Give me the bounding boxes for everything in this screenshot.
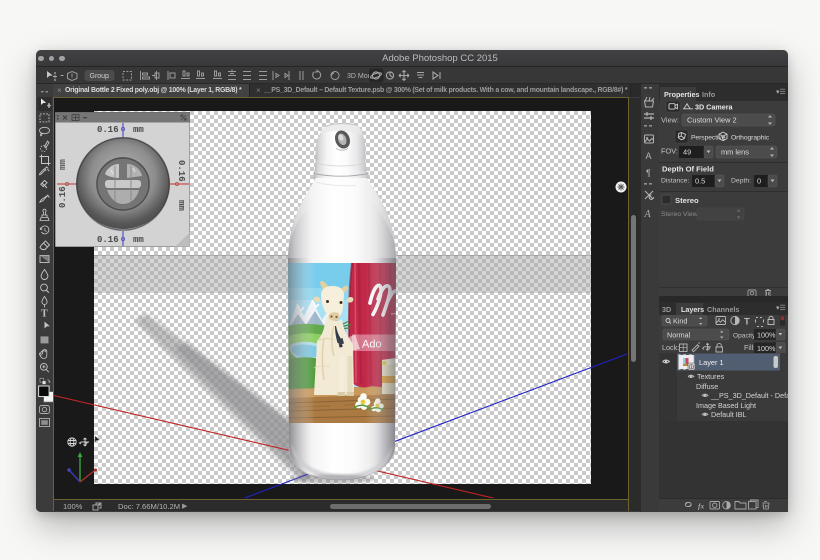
svg-text:Orthographic: Orthographic [731,135,770,142]
svg-text:mm: mm [133,235,144,245]
svg-text:Opacity:: Opacity: [733,332,757,339]
svg-text:Lock:: Lock: [662,343,679,352]
svg-text:Fill:: Fill: [744,343,755,352]
svg-text:mm: mm [176,200,186,211]
svg-text:FOV:: FOV: [661,147,678,156]
svg-text:Stereo: Stereo [675,196,699,205]
svg-text:¶: ¶ [646,168,651,178]
svg-text:100%: 100% [757,330,776,339]
svg-text:A: A [646,151,652,161]
svg-text:A: A [644,209,652,220]
svg-text:Textures: Textures [697,372,725,381]
svg-text:mm: mm [58,159,68,170]
svg-text:T: T [41,309,48,320]
svg-text:Default IBL: Default IBL [711,410,747,419]
svg-text:T: T [744,317,750,328]
svg-text:View:: View: [661,116,679,125]
svg-text:Diffuse: Diffuse [696,382,718,391]
svg-text:0.16: 0.16 [97,235,119,245]
svg-text:49: 49 [683,147,691,156]
svg-text:0.16: 0.16 [58,186,68,208]
svg-text:100%: 100% [757,344,776,353]
svg-text:fx: fx [698,502,704,511]
svg-text:Distance:: Distance: [661,178,689,185]
svg-text:Stereo View:: Stereo View: [661,211,700,218]
svg-text:0.16: 0.16 [97,125,119,135]
svg-text:3D Camera: 3D Camera [695,103,734,112]
svg-text:mm lens: mm lens [721,147,749,156]
svg-text:__PS_3D_Default - Defau...: __PS_3D_Default - Defau... [710,391,788,400]
svg-text:Custom View 2: Custom View 2 [687,116,737,125]
svg-text:0: 0 [757,176,761,185]
svg-text:0.5: 0.5 [695,176,705,185]
svg-text:0.16: 0.16 [176,160,186,182]
svg-text:Normal: Normal [667,330,691,339]
svg-text:Depth Of Field: Depth Of Field [662,165,714,174]
svg-text:Layer 1: Layer 1 [699,358,724,367]
svg-text:Depth:: Depth: [731,178,751,185]
svg-text:↕: ↕ [107,73,110,80]
svg-text:Perspective: Perspective [691,135,726,142]
svg-text:Kind: Kind [673,317,687,326]
svg-text:Image Based Light: Image Based Light [696,401,756,410]
svg-text:mm: mm [133,125,144,135]
